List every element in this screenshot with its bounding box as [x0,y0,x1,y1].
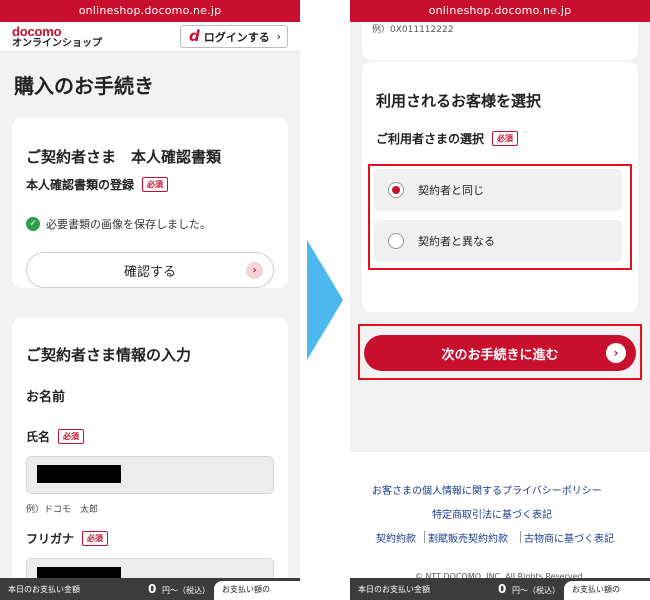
privacy-policy-link[interactable]: お客さまの個人情報に関するプライバシーポリシー [372,482,602,497]
previous-hint: 例）0X011112222 [372,25,454,35]
url-bar[interactable]: onlineshop.docomo.ne.jp [350,0,650,22]
saved-status: ✓ 必要書類の画像を保存しました。 [26,216,211,232]
required-badge: 必須 [492,131,519,146]
link-separator [520,531,521,543]
id-card-heading: ご契約者さま 本人確認書類 [26,148,222,166]
redacted-value [37,465,121,483]
confirm-button[interactable]: 確認する › [26,252,274,288]
id-document-card: ご契約者さま 本人確認書類 本人確認書類の登録 必須 ✓ 必要書類の画像を保存し… [12,118,288,288]
required-badge: 必須 [82,531,109,546]
name-hint: 例）ドコモ 太郎 [26,505,99,515]
payment-unit: 円〜（税込） [512,586,560,595]
info-card-heading: ご契約者さま情報の入力 [26,346,192,364]
logo-brand: docomo [12,24,62,39]
highlight-box [368,164,632,270]
payment-detail-button[interactable]: お支払い額の [214,581,300,600]
payment-label: 本日のお支払い金額 [358,584,430,594]
login-label: ログインする [203,30,270,44]
payment-amount: 0 [498,582,507,596]
user-field-label: ご利用者さまの選択 必須 [376,130,519,147]
link-separator [424,531,425,543]
left-screen: onlineshop.docomo.ne.jp docomo オンラインショップ… [0,0,300,600]
user-field-text: ご利用者さまの選択 [376,132,485,146]
installment-terms-link[interactable]: 割賦販売契約約款 [428,530,508,545]
antique-dealer-link[interactable]: 古物商に基づく表記 [524,530,614,545]
user-card-heading: 利用されるお客様を選択 [376,92,542,110]
commerce-law-link[interactable]: 特定商取引法に基づく表記 [432,506,552,521]
previous-card-bottom: 例）0X011112222 [362,22,638,60]
page-title: 購入のお手続き [14,74,154,98]
required-badge: 必須 [58,429,85,444]
id-field-label: 本人確認書類の登録 必須 [26,176,169,193]
name-input[interactable] [26,456,274,494]
confirm-label: 確認する [123,264,176,280]
chevron-right-icon: › [276,30,281,43]
url-bar[interactable]: onlineshop.docomo.ne.jp [0,0,300,22]
payment-label: 本日のお支払い金額 [8,584,80,594]
contractor-info-card: ご契約者さま情報の入力 お名前 氏名 必須 例）ドコモ 太郎 フリガナ 必須 [12,318,288,600]
payment-unit: 円〜（税込） [162,586,210,595]
id-field-text: 本人確認書類の登録 [26,178,135,192]
payment-detail-button[interactable]: お支払い額の [564,581,650,600]
site-header: docomo オンラインショップ d ログインする › [0,22,300,52]
kana-field-label: フリガナ 必須 [26,530,109,547]
d-account-icon: d [189,27,200,45]
name-section-label: お名前 [26,390,66,405]
right-screen: onlineshop.docomo.ne.jp 例）0X011112222 利用… [350,0,650,600]
kana-label-text: フリガナ [26,532,75,546]
payment-bar: 本日のお支払い金額 0 円〜（税込） お支払い額の [350,578,650,600]
payment-amount: 0 [148,582,157,596]
payment-bar: 本日のお支払い金額 0 円〜（税込） お支払い額の [0,578,300,600]
name-field-label: 氏名 必須 [26,428,85,445]
docomo-logo[interactable]: docomo オンラインショップ [12,25,102,49]
name-label-text: 氏名 [26,430,51,444]
required-badge: 必須 [142,177,169,192]
contract-terms-link[interactable]: 契約約款 [376,530,416,545]
highlight-box [358,324,642,380]
check-circle-icon: ✓ [26,217,40,231]
logo-subtitle: オンラインショップ [12,38,102,49]
saved-message: 必要書類の画像を保存しました。 [46,218,211,231]
arrow-right-icon [307,240,343,360]
login-button[interactable]: d ログインする › [180,25,288,48]
chevron-right-icon: › [246,262,263,279]
